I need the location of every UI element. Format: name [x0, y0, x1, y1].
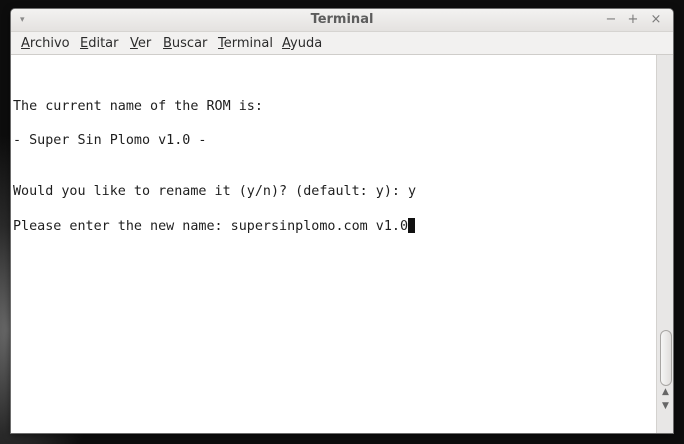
- terminal-prompt-line: Please enter the new name: supersinplomo…: [13, 218, 416, 235]
- menu-editar-rest: ditar: [88, 36, 119, 51]
- menu-buscar-rest: uscar: [171, 36, 208, 51]
- menu-archivo[interactable]: Archivo: [21, 36, 70, 51]
- terminal-input-text: Please enter the new name: supersinplomo…: [13, 219, 409, 234]
- minimize-button[interactable]: −: [603, 12, 619, 28]
- menu-ver-rest: er: [137, 36, 152, 51]
- menu-terminal-rest: erminal: [223, 36, 273, 51]
- menu-ayuda[interactable]: Ayuda: [282, 36, 322, 51]
- menu-archivo-mnemonic: A: [21, 36, 30, 51]
- terminal-line: Would you like to rename it (y/n)? (defa…: [13, 184, 417, 199]
- text-cursor: [408, 218, 416, 233]
- vertical-scrollbar[interactable]: ▲ ▼: [656, 55, 673, 433]
- window-title: Terminal: [310, 12, 374, 27]
- scroll-up-icon[interactable]: ▲: [660, 387, 671, 398]
- menu-ver-mnemonic: V: [130, 36, 138, 51]
- menu-terminal[interactable]: Terminal: [218, 36, 273, 51]
- close-button[interactable]: ×: [648, 12, 664, 28]
- menu-ayuda-mnemonic: A: [282, 36, 291, 51]
- maximize-button[interactable]: +: [625, 12, 641, 28]
- menu-buscar[interactable]: Buscar: [163, 36, 207, 51]
- title-bar[interactable]: ▾ Terminal − + ×: [11, 9, 673, 32]
- menu-editar-mnemonic: E: [80, 36, 89, 51]
- menu-archivo-rest: rchivo: [29, 36, 70, 51]
- scroll-down-icon[interactable]: ▼: [660, 401, 671, 412]
- scrollbar-thumb[interactable]: [660, 330, 672, 386]
- menu-ver[interactable]: Ver: [130, 36, 151, 51]
- terminal-window: ▾ Terminal − + × Archivo Editar Ver Busc…: [11, 9, 673, 433]
- terminal-output[interactable]: The current name of the ROM is: - Super …: [11, 55, 656, 433]
- menu-ayuda-rest: yuda: [290, 36, 323, 51]
- terminal-line: - Super Sin Plomo v1.0 -: [13, 133, 207, 148]
- menu-buscar-mnemonic: B: [163, 36, 172, 51]
- menu-editar[interactable]: Editar: [80, 36, 119, 51]
- menu-bar: Archivo Editar Ver Buscar Terminal Ayuda: [11, 32, 673, 55]
- terminal-line: The current name of the ROM is:: [13, 99, 263, 114]
